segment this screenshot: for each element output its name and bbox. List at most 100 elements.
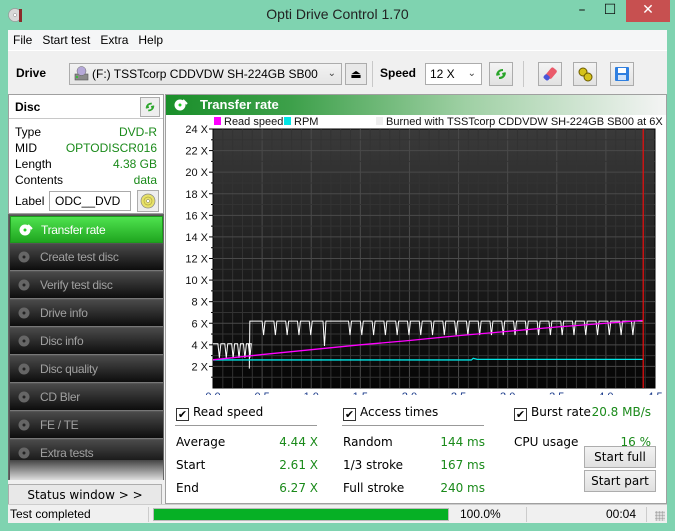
disc-type-row: Type DVD-R	[15, 125, 157, 141]
disc-contents-row: Contents data	[15, 173, 157, 189]
y-tick-label: 4 X	[191, 340, 208, 352]
nav-disc-info[interactable]: Disc info	[10, 328, 163, 355]
access-times-checkbox-label: Access times	[360, 405, 439, 419]
results-section: ✔ Read speed Average 4.44 X Start 2.61 X …	[166, 395, 666, 505]
y-tick-label: 6 X	[191, 318, 208, 330]
speed-select-value: 12 X	[430, 67, 455, 81]
nav-create-test-disc[interactable]: Create test disc	[10, 244, 163, 271]
nav-fe-te[interactable]: FE / TE	[10, 412, 163, 439]
nav-label: Verify test disc	[40, 278, 113, 292]
read-speed-checkbox[interactable]: ✔ Read speed	[176, 405, 263, 421]
start-full-button[interactable]: Start full	[584, 446, 656, 468]
nav-label: Extra tests	[40, 446, 94, 460]
read-speed-checkbox-label: Read speed	[193, 405, 264, 419]
divider	[342, 425, 484, 426]
toolbar-divider	[523, 61, 524, 87]
nav-transfer-rate[interactable]: Transfer rate	[10, 216, 163, 243]
settings-button[interactable]	[573, 62, 597, 86]
refresh-icon	[496, 69, 506, 79]
nav-cd-bler[interactable]: CD Bler	[10, 384, 163, 411]
start-part-button[interactable]: Start part	[584, 470, 656, 492]
average-label: Average	[176, 435, 226, 449]
full-stroke-value: 240 ms	[440, 481, 485, 495]
y-tick-label: 20 X	[185, 167, 208, 179]
maximize-button[interactable]: ☐	[596, 0, 624, 22]
nav-verify-test-disc[interactable]: Verify test disc	[10, 272, 163, 299]
save-button[interactable]	[610, 62, 634, 86]
disc-contents-key: Contents	[15, 173, 64, 187]
nav-disc-quality[interactable]: Disc quality	[10, 356, 163, 383]
disc-mid-row: MID OPTODISCR016	[15, 141, 157, 157]
elapsed-time: 00:04	[606, 507, 637, 521]
panel-title: Transfer rate	[200, 97, 279, 112]
chart-legend: Read speed RPM Burned with TSSTcorp CDDV…	[214, 116, 663, 128]
title-bar: Opti Drive Control 1.70 – ☐ ✕	[0, 0, 675, 30]
chevron-down-icon: ⌄	[467, 68, 476, 79]
y-axis: 2 X 4 X 6 X 8 X 10 X 12 X 14 X 16 X 18 X 20 X 22 X…	[185, 124, 213, 378]
disc-test-icon	[174, 99, 188, 111]
resize-grip[interactable]	[655, 511, 665, 521]
nav-label: Disc quality	[40, 362, 98, 376]
y-tick-label: 2 X	[191, 361, 208, 373]
app-window: Opti Drive Control 1.70 – ☐ ✕ File Start …	[0, 0, 675, 531]
save-icon	[615, 67, 629, 81]
speed-select[interactable]: 12 X ⌄	[425, 63, 482, 85]
status-divider	[646, 507, 647, 522]
disc-info-box: Disc Type DVD-R MID OPTODISCR016 Length …	[8, 94, 164, 214]
checkmark-icon: ✔	[176, 408, 189, 421]
test-navigation: Transfer rate Create test disc Verify te…	[8, 214, 164, 480]
disc-label-key: Label	[15, 194, 45, 208]
y-tick-label: 14 X	[185, 232, 208, 244]
nav-drive-info[interactable]: Drive info	[10, 300, 163, 327]
menu-help[interactable]: Help	[133, 30, 168, 50]
nav-label: CD Bler	[40, 390, 80, 404]
burst-rate-value: 20.8 MB/s	[591, 405, 651, 419]
chevron-down-icon: ⌄	[327, 68, 336, 79]
toolbar-divider	[372, 61, 373, 87]
random-label: Random	[343, 435, 393, 449]
disc-mid-value: OPTODISCR016	[65, 141, 157, 155]
divider	[175, 425, 317, 426]
y-tick-label: 16 X	[185, 210, 208, 222]
start-label: Start	[176, 458, 206, 472]
y-tick-label: 8 X	[191, 297, 208, 309]
menu-extra[interactable]: Extra	[95, 30, 133, 50]
disc-contents-value: data	[133, 173, 157, 187]
disc-type-key: Type	[15, 125, 42, 139]
disc-test-icon	[18, 335, 30, 347]
drive-select-value: (F:) TSSTcorp CDDVDW SH-224GB SB00	[92, 67, 318, 81]
legend-swatch-read-speed	[214, 117, 221, 125]
disc-test-icon	[18, 279, 30, 291]
drive-icon	[74, 66, 89, 81]
disc-length-value: 4.38 GB	[112, 157, 157, 171]
nav-label: Drive info	[40, 306, 88, 320]
menu-start-test[interactable]: Start test	[37, 30, 95, 50]
menu-file[interactable]: File	[8, 30, 37, 50]
refresh-speed-button[interactable]	[489, 62, 513, 86]
disc-test-icon	[18, 447, 30, 459]
transfer-rate-chart: Read speed RPM Burned with TSSTcorp CDDV…	[166, 115, 675, 403]
disc-label-input[interactable]: ODC__DVD	[49, 191, 131, 211]
nav-label: Disc info	[40, 334, 84, 348]
end-label: End	[176, 481, 199, 495]
status-window-button[interactable]: Status window > >	[8, 484, 162, 506]
progress-bar	[153, 508, 449, 521]
close-button[interactable]: ✕	[626, 0, 670, 22]
erase-button[interactable]	[538, 62, 562, 86]
transfer-rate-panel: Transfer rate Read speed RPM Burned with…	[165, 94, 675, 505]
drive-select[interactable]: (F:) TSSTcorp CDDVDW SH-224GB SB00 ⌄	[69, 63, 342, 85]
disc-length-key: Length	[15, 157, 52, 171]
apply-label-button[interactable]	[137, 190, 159, 212]
disc-test-icon	[18, 391, 30, 403]
left-panel: Disc Type DVD-R MID OPTODISCR016 Length …	[8, 94, 164, 523]
progress-fill	[154, 509, 448, 520]
disc-mid-key: MID	[15, 141, 37, 155]
toolbar: Drive (F:) TSSTcorp CDDVDW SH-224GB SB00…	[8, 50, 667, 94]
legend-read-speed: Read speed	[224, 116, 283, 128]
eject-button[interactable]: ⏏	[345, 63, 367, 85]
minimize-button[interactable]: –	[568, 0, 596, 22]
cd-icon	[140, 193, 156, 209]
disc-test-icon	[18, 307, 30, 319]
disc-refresh-button[interactable]	[140, 97, 160, 117]
access-times-checkbox[interactable]: ✔ Access times	[343, 405, 438, 421]
